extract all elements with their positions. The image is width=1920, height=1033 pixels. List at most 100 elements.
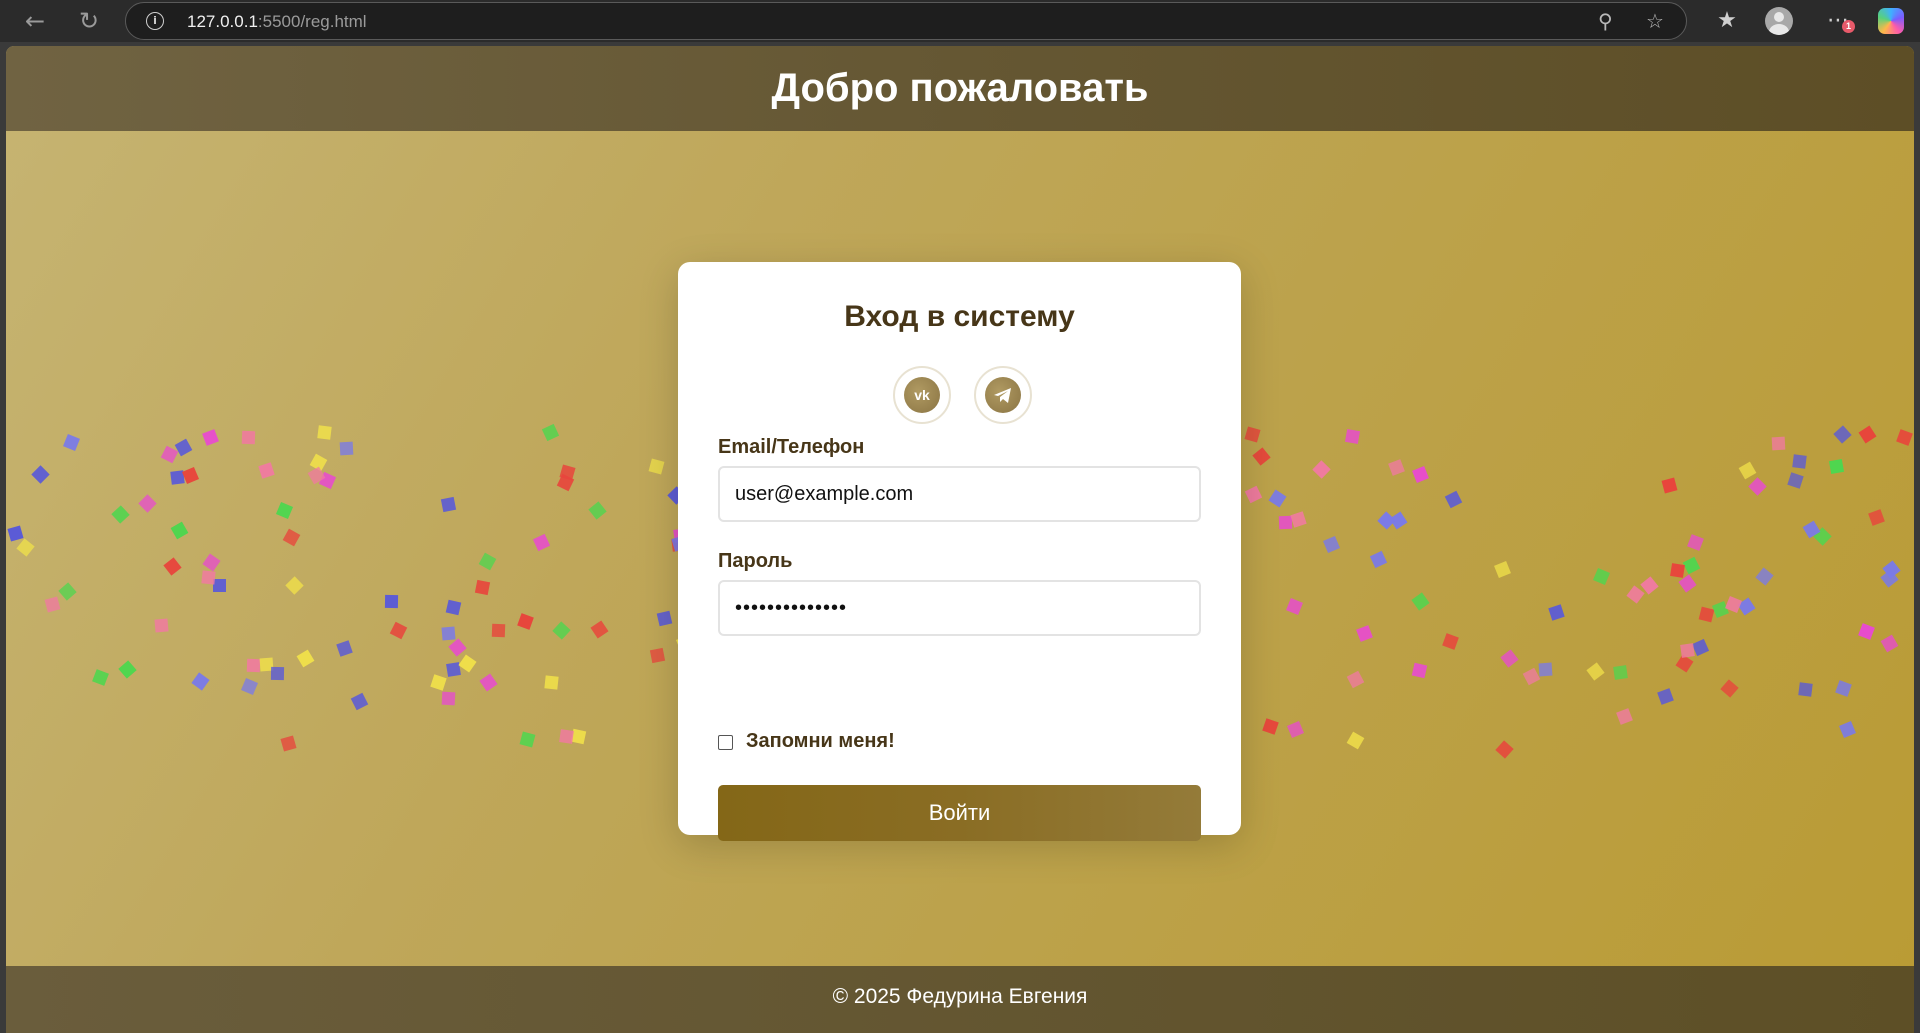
confetti-piece	[544, 675, 559, 690]
confetti-piece	[1720, 679, 1740, 698]
confetti-piece	[1615, 708, 1633, 726]
confetti-piece	[441, 691, 455, 706]
page-viewport: Добро пожаловать Вход в систему vk Email…	[6, 46, 1914, 1033]
confetti-piece	[1389, 511, 1408, 530]
confetti-piece	[309, 453, 328, 472]
confetti-piece	[552, 621, 571, 640]
confetti-piece	[63, 433, 81, 451]
browser-toolbar: ← ↻ i 127.0.0.1:5500/reg.html ⚲ ☆ ★ ⋯ 1	[0, 0, 1920, 42]
confetti-piece	[1747, 476, 1767, 496]
confetti-piece	[430, 673, 447, 691]
confetti-piece	[479, 673, 498, 692]
vk-icon: vk	[904, 377, 940, 413]
confetti-piece	[170, 521, 189, 540]
confetti-piece	[1500, 649, 1520, 669]
login-button[interactable]: Войти	[718, 785, 1201, 841]
password-field[interactable]: ••••••••••••••	[718, 580, 1201, 636]
confetti-piece	[270, 666, 284, 680]
page-footer: © 2025 Федурина Евгения	[6, 966, 1914, 1033]
confetti-piece	[1311, 460, 1331, 479]
confetti-piece	[1833, 425, 1852, 445]
confetti-piece	[1682, 556, 1701, 575]
confetti-piece	[110, 505, 130, 524]
url-text[interactable]: 127.0.0.1:5500/reg.html	[187, 12, 367, 32]
notification-badge: 1	[1842, 20, 1855, 33]
confetti-piece	[258, 462, 275, 479]
address-bar[interactable]: i 127.0.0.1:5500/reg.html ⚲ ☆	[125, 2, 1687, 40]
confetti-piece	[212, 578, 226, 592]
confetti-piece	[1880, 634, 1899, 653]
confetti-piece	[1687, 534, 1705, 552]
confetti-piece	[1262, 718, 1279, 735]
back-arrow-icon[interactable]: ←	[20, 6, 50, 36]
confetti-piece	[1725, 595, 1743, 613]
confetti-piece	[280, 735, 297, 752]
confetti-piece	[389, 622, 408, 640]
confetti-piece	[1444, 490, 1463, 509]
confetti-piece	[1792, 453, 1807, 469]
confetti-piece	[1813, 527, 1832, 546]
confetti-piece	[30, 464, 50, 484]
footer-copyright: © 2025 Федурина Евгения	[832, 985, 1088, 1008]
confetti-piece	[1244, 485, 1263, 504]
vk-login-button[interactable]: vk	[893, 366, 951, 424]
telegram-login-button[interactable]	[974, 366, 1032, 424]
key-icon[interactable]: ⚲	[1598, 10, 1613, 32]
confetti-piece	[590, 620, 609, 639]
confetti-piece	[1290, 511, 1307, 529]
login-card: Вход в систему vk Email/Телефон user@exa…	[678, 262, 1241, 841]
email-field[interactable]: user@example.com	[718, 466, 1201, 522]
confetti-piece	[656, 610, 673, 626]
confetti-piece	[1548, 603, 1565, 621]
confetti-piece	[458, 654, 477, 673]
confetti-piece	[1495, 740, 1514, 759]
confetti-piece	[441, 626, 456, 641]
star-icon[interactable]: ☆	[1646, 10, 1664, 32]
confetti-piece	[1755, 567, 1774, 586]
copilot-icon[interactable]	[1878, 8, 1904, 34]
confetti-piece	[1839, 720, 1857, 738]
confetti-piece	[1882, 560, 1901, 579]
confetti-piece	[1592, 568, 1610, 586]
confetti-piece	[1538, 662, 1553, 677]
favorites-icon[interactable]: ★	[1712, 6, 1742, 36]
confetti-piece	[1268, 489, 1287, 508]
confetti-piece	[1347, 731, 1365, 750]
confetti-piece	[519, 731, 536, 748]
confetti-piece	[336, 639, 354, 657]
remember-label[interactable]: Запомни меня!	[746, 730, 895, 753]
confetti-piece	[317, 425, 332, 441]
confetti-piece	[440, 497, 456, 513]
remember-checkbox[interactable]	[718, 735, 733, 750]
site-info-icon[interactable]: i	[146, 12, 164, 30]
confetti-piece	[1858, 425, 1877, 444]
page-title: Добро пожаловать	[771, 66, 1149, 110]
confetti-piece	[202, 553, 221, 572]
confetti-piece	[1640, 576, 1659, 595]
confetti-piece	[1896, 428, 1914, 446]
profile-avatar[interactable]	[1765, 7, 1793, 35]
confetti-piece	[1678, 574, 1697, 593]
confetti-piece	[174, 438, 193, 457]
confetti-piece	[445, 599, 462, 616]
confetti-piece	[478, 552, 497, 570]
reload-icon[interactable]: ↻	[74, 6, 104, 36]
confetti-piece	[1388, 458, 1406, 476]
confetti-piece	[649, 647, 665, 663]
confetti-piece	[1661, 478, 1678, 494]
confetti-piece	[1411, 592, 1430, 611]
confetti-piece	[385, 594, 399, 608]
confetti-piece	[163, 557, 182, 576]
confetti-piece	[259, 657, 274, 672]
confetti-piece	[275, 501, 293, 519]
confetti-piece	[1868, 508, 1885, 526]
confetti-piece	[1828, 458, 1844, 474]
confetti-piece	[339, 441, 354, 456]
confetti-piece	[1377, 510, 1396, 530]
confetti-piece	[58, 582, 77, 601]
confetti-piece	[1787, 472, 1805, 489]
confetti-piece	[1346, 670, 1365, 689]
confetti-piece	[570, 728, 587, 744]
confetti-piece	[1412, 466, 1429, 484]
confetti-piece	[44, 596, 61, 613]
